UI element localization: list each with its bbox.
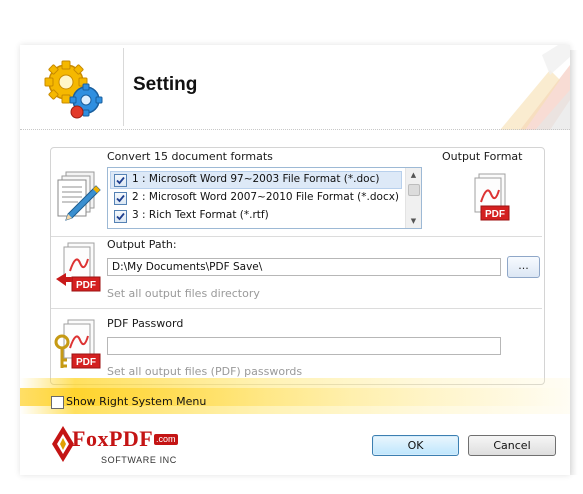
header-decoration xyxy=(500,45,570,130)
checkmark-icon xyxy=(116,176,125,185)
browse-button[interactable]: ... xyxy=(507,256,540,278)
output-format-label: Output Format xyxy=(442,150,523,163)
show-right-menu-checkbox[interactable] xyxy=(51,396,64,409)
scroll-down-icon[interactable]: ▼ xyxy=(406,214,421,228)
header-divider xyxy=(123,48,124,126)
pdf-key-icon: PDF xyxy=(54,319,101,369)
logo-text: FoxPDF xyxy=(72,426,154,451)
format-item-rtf[interactable]: 3 : Rich Text Format (*.rtf) xyxy=(110,207,403,225)
output-path-input[interactable] xyxy=(107,258,501,276)
scroll-up-icon[interactable]: ▲ xyxy=(406,168,421,182)
pdf-password-label: PDF Password xyxy=(107,317,184,330)
formats-scrollbar[interactable]: ▲ ▼ xyxy=(405,168,421,228)
cancel-button[interactable]: Cancel xyxy=(468,435,556,456)
formats-list[interactable]: 1 : Microsoft Word 97~2003 File Format (… xyxy=(107,167,422,229)
header-separator xyxy=(20,129,570,130)
show-right-menu-label[interactable]: Show Right System Menu xyxy=(66,395,206,408)
logo-com: .com xyxy=(154,434,178,445)
page-title: Setting xyxy=(133,74,198,95)
logo-subtitle: SOFTWARE INC xyxy=(101,455,177,465)
format-item-docx[interactable]: 2 : Microsoft Word 2007~2010 File Format… xyxy=(110,189,403,207)
pdf-badge-text: PDF xyxy=(76,357,96,368)
dialog-shadow xyxy=(570,50,578,475)
output-path-label: Output Path: xyxy=(107,238,177,251)
checkmark-icon xyxy=(116,212,125,221)
format-item-doc[interactable]: 1 : Microsoft Word 97~2003 File Format (… xyxy=(110,171,403,189)
ok-button[interactable]: OK xyxy=(372,435,459,456)
section-separator xyxy=(51,236,542,237)
format-checkbox-rtf[interactable] xyxy=(114,210,127,223)
pdf-badge-text: PDF xyxy=(76,280,96,291)
document-pen-icon xyxy=(57,171,101,221)
pdf-arrow-icon: PDF xyxy=(56,242,101,292)
pdf-icon: PDF xyxy=(474,173,510,221)
section-separator xyxy=(51,308,542,309)
output-path-hint: Set all output files directory xyxy=(107,287,260,300)
formats-title: Convert 15 document formats xyxy=(107,150,273,163)
pdf-password-input[interactable] xyxy=(107,337,501,355)
gears-icon xyxy=(44,60,103,119)
format-label-doc: 1 : Microsoft Word 97~2003 File Format (… xyxy=(132,173,380,185)
scroll-thumb[interactable] xyxy=(408,184,420,196)
format-checkbox-doc[interactable] xyxy=(114,174,127,187)
format-label-docx: 2 : Microsoft Word 2007~2010 File Format… xyxy=(132,191,400,203)
format-label-rtf: 3 : Rich Text Format (*.rtf) xyxy=(132,209,269,221)
format-checkbox-docx[interactable] xyxy=(114,192,127,205)
pdf-password-hint: Set all output files (PDF) passwords xyxy=(107,365,303,378)
pdf-badge-text: PDF xyxy=(485,209,505,220)
checkmark-icon xyxy=(116,194,125,203)
